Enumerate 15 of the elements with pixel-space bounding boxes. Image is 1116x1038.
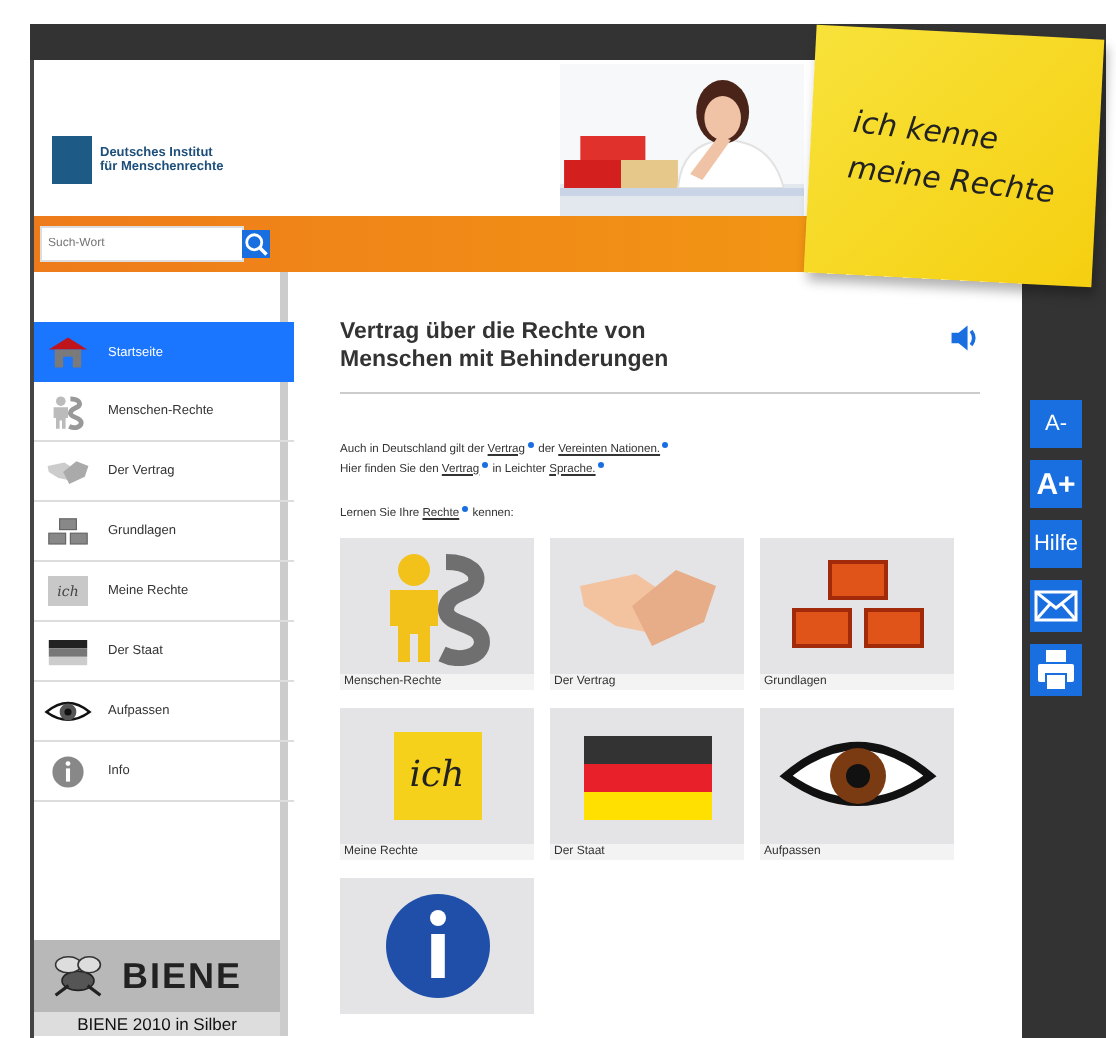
logo-square (52, 136, 92, 184)
award-caption: BIENE 2010 in Silber (75, 1012, 239, 1036)
tool-button[interactable]: A+ (1030, 460, 1082, 508)
tool-button[interactable]: A- (1030, 400, 1082, 448)
search-icon[interactable] (242, 230, 270, 258)
house-icon (44, 334, 92, 370)
note-icon: ich (393, 731, 481, 820)
mail-icon[interactable] (1030, 580, 1082, 632)
tool-button[interactable]: Hilfe (1030, 520, 1082, 568)
bricks-icon (44, 513, 92, 549)
speaker-icon[interactable] (948, 322, 980, 354)
page-title: Vertrag über die Rechte von Menschen mit Behinderungen (340, 320, 671, 376)
sticky-note-text: ich kenne meine Rechte (845, 100, 1059, 213)
print-icon[interactable] (1030, 644, 1082, 696)
award-logo-text: BIENE (122, 955, 243, 997)
